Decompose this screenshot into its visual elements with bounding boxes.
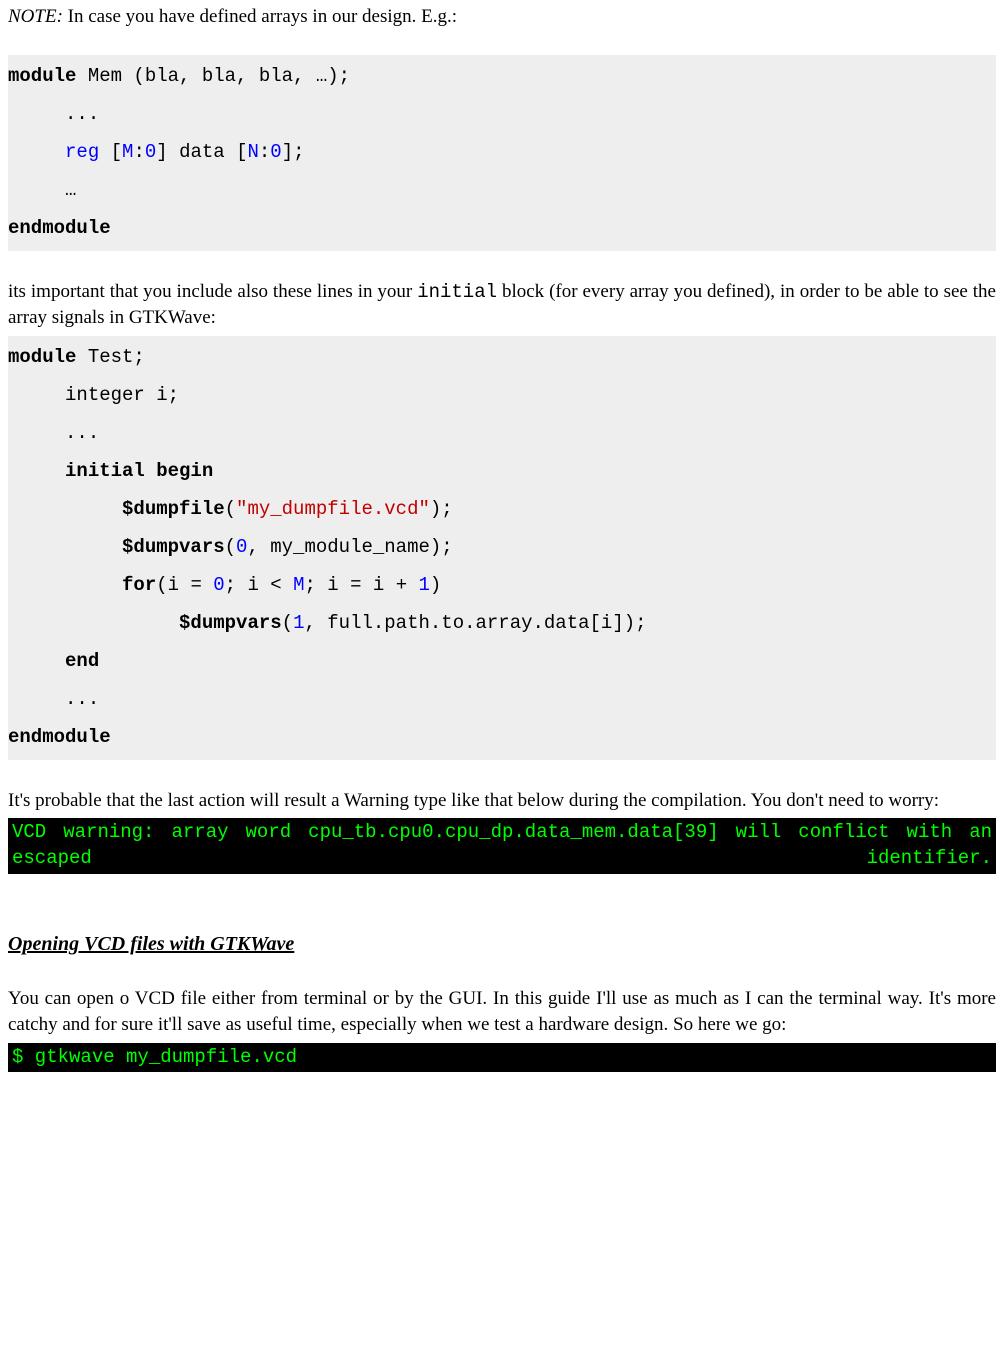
kw-dumpfile: $dumpfile: [8, 498, 225, 520]
code-text: Test;: [76, 346, 144, 368]
note-label: NOTE:: [8, 6, 63, 27]
paragraph-warning: It's probable that the last action will …: [8, 788, 996, 815]
para-text: its important that you include also thes…: [8, 281, 417, 302]
code-line: for(i = 0; i < M; i = i + 1): [8, 566, 996, 604]
inline-code-initial: initial: [417, 281, 497, 303]
terminal-command: $ gtkwave my_dumpfile.vcd: [8, 1043, 996, 1073]
const-M: M: [122, 141, 133, 163]
kw-end: end: [8, 642, 996, 680]
code-text: (: [225, 498, 236, 520]
code-block-2: module Test; integer i; ... initial begi…: [8, 336, 996, 760]
kw-module: module: [8, 346, 76, 368]
kw-module: module: [8, 65, 76, 87]
code-text: ; i = i +: [304, 574, 418, 596]
code-line: initial begin: [8, 452, 996, 490]
const-0: 0: [270, 141, 281, 163]
code-text: );: [430, 498, 453, 520]
kw-dumpvars: $dumpvars: [8, 612, 282, 634]
code-line: module Mem (bla, bla, bla, …);: [8, 57, 996, 95]
code-text: , my_module_name);: [247, 536, 452, 558]
paragraph-open-vcd: You can open o VCD file either from term…: [8, 986, 996, 1039]
code-text: , full.path.to.array.data[i]);: [304, 612, 646, 634]
code-text: ];: [282, 141, 305, 163]
const-0: 0: [213, 574, 224, 596]
note-paragraph: NOTE: In case you have defined arrays in…: [8, 4, 996, 31]
code-text: [: [99, 141, 122, 163]
code-text: (i =: [156, 574, 213, 596]
terminal-warning: VCD warning: array word cpu_tb.cpu0.cpu_…: [8, 818, 996, 873]
note-text: In case you have defined arrays in our d…: [63, 6, 457, 27]
code-line: ...: [8, 680, 996, 718]
const-N: N: [247, 141, 258, 163]
code-text: (: [282, 612, 293, 634]
code-line: ...: [8, 95, 996, 133]
code-line: reg [M:0] data [N:0];: [8, 133, 996, 171]
code-line: $dumpvars(1, full.path.to.array.data[i])…: [8, 604, 996, 642]
kw-for: for: [8, 574, 156, 596]
paragraph-initial-block: its important that you include also thes…: [8, 279, 996, 332]
code-line: module Test;: [8, 338, 996, 376]
kw-reg: reg: [65, 141, 99, 163]
const-1: 1: [293, 612, 304, 634]
code-text: ): [430, 574, 441, 596]
const-0: 0: [145, 141, 156, 163]
code-line: $dumpfile("my_dumpfile.vcd");: [8, 490, 996, 528]
code-line: integer i;: [8, 376, 996, 414]
code-line: $dumpvars(0, my_module_name);: [8, 528, 996, 566]
kw-endmodule: endmodule: [8, 209, 996, 247]
code-text: ] data [: [156, 141, 247, 163]
heading-opening-vcd: Opening VCD files with GTKWave: [8, 930, 996, 958]
code-text: :: [259, 141, 270, 163]
str-dumpfile: "my_dumpfile.vcd": [236, 498, 430, 520]
code-block-1: module Mem (bla, bla, bla, …); ... reg […: [8, 55, 996, 251]
kw-endmodule: endmodule: [8, 718, 996, 756]
const-0: 0: [236, 536, 247, 558]
code-line: …: [8, 171, 996, 209]
const-M: M: [293, 574, 304, 596]
code-text: :: [133, 141, 144, 163]
code-text: [8, 141, 65, 163]
const-1: 1: [419, 574, 430, 596]
code-text: Mem (bla, bla, bla, …);: [76, 65, 350, 87]
code-line: ...: [8, 414, 996, 452]
kw-dumpvars: $dumpvars: [8, 536, 225, 558]
code-text: (: [225, 536, 236, 558]
code-text: ; i <: [225, 574, 293, 596]
